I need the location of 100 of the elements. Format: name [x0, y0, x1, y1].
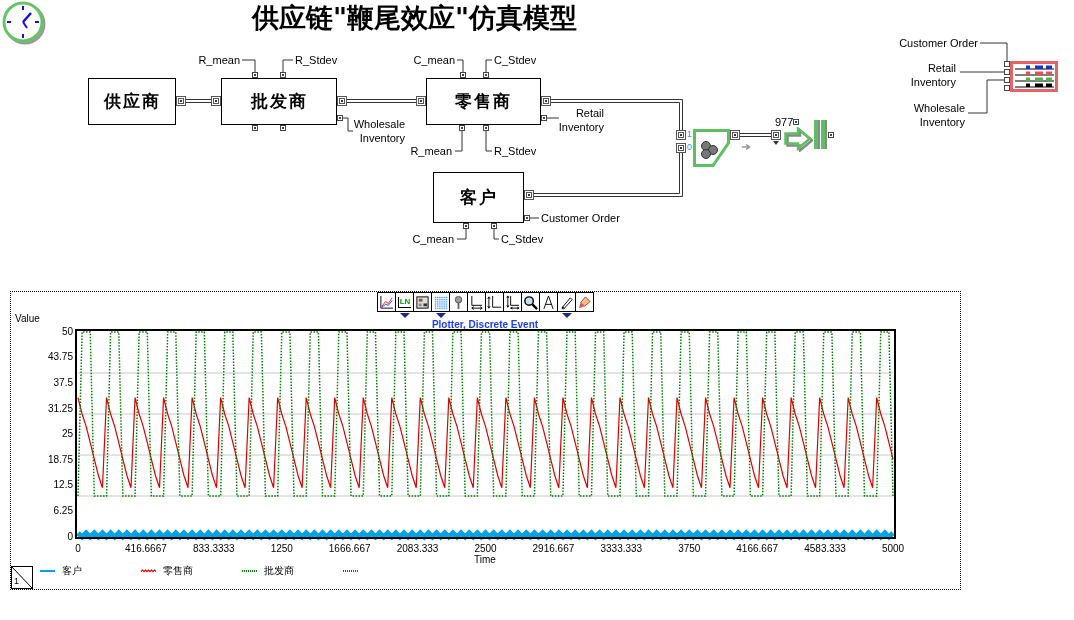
port-label: Wholesale Inventory	[353, 117, 405, 145]
port-label: C_mean	[412, 232, 454, 246]
port-icon	[460, 72, 466, 78]
port-icon	[176, 96, 186, 106]
leader-line	[959, 71, 1005, 73]
axis-tick-label: 2500	[474, 542, 497, 554]
axis-tick-label: 25	[61, 428, 73, 440]
grid-icon	[433, 294, 448, 310]
port-label: Customer Order	[899, 36, 978, 50]
leader-line	[456, 228, 467, 240]
axis-tick-label: 12.5	[53, 479, 73, 491]
line-chart-icon	[379, 294, 394, 310]
axis-tick-label: 2916.667	[532, 542, 575, 554]
port-number: 0	[687, 142, 692, 152]
port-label: R_Stdev	[494, 144, 537, 158]
axis-tick-label: 6.25	[53, 505, 73, 516]
axis-tick-label: 18.75	[47, 453, 73, 465]
axis-tick-label: 416.6667	[125, 542, 167, 554]
port-icon	[524, 215, 530, 221]
axis-tick-label: 4583.333	[804, 542, 846, 554]
port-label: Retail Inventory	[910, 61, 956, 89]
axis-tick-label: 5000	[881, 542, 905, 554]
axis-tick-label: 0	[75, 542, 81, 554]
port-icon	[280, 72, 286, 78]
leader-line	[529, 217, 540, 219]
port-icon	[416, 96, 426, 106]
leader-line	[342, 117, 354, 132]
y-axis-icon	[487, 294, 502, 310]
leader-line	[967, 79, 1005, 114]
merge-block-icon	[693, 129, 730, 167]
toolbar-button[interactable]	[575, 292, 594, 312]
connector-line	[185, 99, 212, 103]
axis-tick-label: 31.25	[47, 402, 73, 414]
port-icon	[252, 125, 258, 131]
leader-line	[493, 228, 500, 240]
port-icon	[280, 125, 286, 131]
port-label: R_mean	[198, 53, 240, 67]
axis-tick-label: 3750	[678, 542, 701, 554]
port-icon	[541, 115, 547, 121]
port-label: Retail Inventory	[558, 106, 604, 134]
axis-tick-label: 37.5	[53, 376, 73, 388]
axis-tick-label: 2083.333	[396, 542, 439, 554]
axis-tick-label: 833.3333	[192, 542, 235, 554]
port-icon	[730, 130, 740, 140]
exit-block-icon	[814, 120, 827, 149]
leader-line	[979, 42, 1008, 62]
leader-line	[546, 117, 560, 119]
leader-line	[485, 59, 493, 73]
legend-label: 批发商	[264, 565, 294, 576]
port-icon	[463, 223, 469, 229]
connector-line	[739, 133, 772, 137]
plotter-block-icon	[1010, 61, 1058, 92]
block-node: 批发商	[221, 78, 337, 125]
axis-tick-label: 3333.333	[600, 542, 643, 554]
x-axis-icon	[469, 294, 484, 310]
port-label: C_mean	[413, 53, 455, 67]
arrow-icon	[742, 144, 751, 150]
port-icon	[483, 125, 489, 131]
chart-title: Plotter, Discrete Event	[431, 318, 539, 330]
port-icon	[337, 115, 343, 121]
port-label: Wholesale Inventory	[913, 101, 965, 129]
axis-title: Value	[15, 312, 40, 324]
exit-count: 977	[775, 116, 794, 128]
axis-tick-label: 1250	[270, 542, 293, 554]
leader-line	[282, 59, 294, 73]
brush-icon	[577, 294, 592, 310]
table-icon	[415, 294, 430, 310]
port-label: Customer Order	[541, 211, 620, 225]
port-icon	[483, 72, 489, 78]
port-icon	[793, 119, 799, 125]
leader-line	[485, 130, 493, 152]
port-icon	[459, 125, 465, 131]
pen-icon	[559, 294, 574, 310]
leader-line	[456, 59, 464, 73]
port-icon	[491, 223, 497, 229]
axis-tick-label: 4166.667	[736, 542, 779, 554]
block-node: 客户	[433, 172, 524, 223]
port-icon	[524, 190, 534, 200]
legend-label: 零售商	[163, 565, 193, 576]
block-node: 零售商	[426, 78, 541, 125]
axis-tick-label: 1666.667	[328, 542, 371, 554]
port-icon	[252, 72, 258, 78]
model-title: 供应链"鞭尾效应"仿真模型	[252, 2, 578, 34]
compass-icon	[541, 294, 556, 310]
port-label: C_Stdev	[501, 232, 544, 246]
legend-label: 客户	[62, 565, 82, 576]
block-node: 供应商	[88, 78, 176, 125]
leader-line	[241, 59, 256, 73]
axis-tick-label: 50	[61, 325, 73, 337]
page-tab-button[interactable]: 1	[11, 566, 33, 589]
port-icon	[828, 132, 834, 138]
axis-title: Time	[474, 553, 496, 565]
port-label: R_Stdev	[295, 53, 338, 67]
port-number: 1	[687, 129, 692, 139]
port-label: C_Stdev	[494, 53, 537, 67]
axis-tick-label: 43.75	[47, 351, 73, 363]
axes-icon	[505, 294, 520, 310]
arrow-icon	[784, 127, 813, 152]
zoom-icon	[523, 294, 538, 310]
leader-line	[454, 130, 463, 152]
